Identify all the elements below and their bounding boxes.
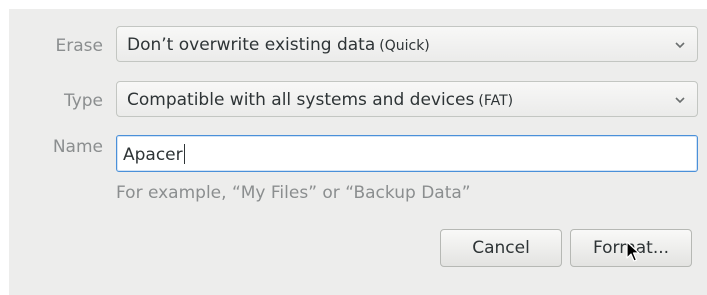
name-input[interactable]: Apacer — [116, 135, 698, 172]
name-hint: For example, “My Files” or “Backup Data” — [116, 183, 471, 203]
erase-label: Erase — [55, 36, 103, 56]
type-combobox[interactable]: Compatible with all systems and devices(… — [116, 81, 698, 117]
type-detail: (FAT) — [478, 93, 514, 109]
name-label: Name — [52, 137, 103, 157]
erase-value: Don’t overwrite existing data — [127, 35, 376, 55]
name-input-value: Apacer — [123, 145, 183, 165]
type-label: Type — [63, 91, 103, 111]
chevron-down-icon — [675, 42, 685, 49]
erase-detail: (Quick) — [379, 38, 430, 54]
erase-combobox[interactable]: Don’t overwrite existing data (Quick) — [116, 26, 698, 62]
text-caret — [183, 144, 185, 164]
type-value: Compatible with all systems and devices — [127, 90, 475, 110]
cancel-button[interactable]: Cancel — [440, 229, 562, 267]
format-volume-dialog: Erase Don’t overwrite existing data (Quic… — [9, 9, 707, 295]
format-button[interactable]: Format... — [570, 229, 692, 267]
chevron-down-icon — [675, 97, 685, 104]
